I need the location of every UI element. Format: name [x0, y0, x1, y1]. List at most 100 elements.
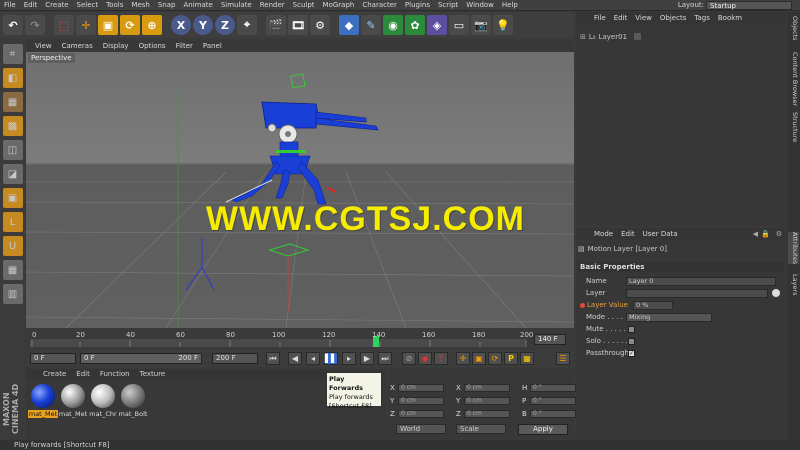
- menu-window[interactable]: Window: [462, 1, 498, 9]
- cube-icon[interactable]: ◆: [339, 15, 359, 35]
- scale-icon[interactable]: ▣: [98, 15, 118, 35]
- viewport-menu-panel[interactable]: Panel: [198, 42, 227, 50]
- viewport-menu-cameras[interactable]: Cameras: [57, 42, 98, 50]
- new-manager-icon[interactable]: ⚙: [776, 230, 782, 238]
- timeline-ruler[interactable]: 0 20 40 60 80 100 120 140 160 180 200 14…: [26, 330, 574, 350]
- om-menu-view[interactable]: View: [631, 14, 656, 22]
- tab-content-browser[interactable]: Content Browser: [788, 52, 799, 106]
- scene-icon[interactable]: ▭: [449, 15, 469, 35]
- object-row[interactable]: ⊞ L₀ Layer01: [580, 32, 642, 41]
- material-menu-edit[interactable]: Edit: [71, 370, 95, 378]
- menu-plugins[interactable]: Plugins: [401, 1, 434, 9]
- menu-select[interactable]: Select: [73, 1, 103, 9]
- apply-button[interactable]: Apply: [518, 424, 568, 435]
- render-view-icon[interactable]: 🎬: [266, 15, 286, 35]
- timeline-window-icon[interactable]: ☰: [556, 352, 570, 365]
- material-item[interactable]: mat_Chr: [89, 384, 117, 418]
- rotation-b-field[interactable]: 0 °: [530, 410, 576, 418]
- coord-mode-select[interactable]: Scale: [456, 424, 506, 434]
- model-mode-icon[interactable]: ◧: [2, 68, 23, 88]
- solo-checkbox[interactable]: [628, 337, 635, 345]
- start-frame-field[interactable]: 0 F: [30, 353, 76, 364]
- rotate-icon[interactable]: ⟳: [120, 15, 140, 35]
- om-menu-tags[interactable]: Tags: [690, 14, 714, 22]
- position-z-field[interactable]: 0 cm: [398, 410, 444, 418]
- layer-picker-icon[interactable]: [772, 289, 780, 297]
- menu-edit[interactable]: Edit: [20, 1, 42, 9]
- pla-key-icon[interactable]: ▦: [520, 352, 534, 365]
- menu-help[interactable]: Help: [498, 1, 522, 9]
- size-x-field[interactable]: 0 cm: [464, 384, 510, 392]
- record-active-icon[interactable]: ⊘: [402, 352, 416, 365]
- name-field[interactable]: Layer 0: [626, 276, 776, 286]
- deformer-icon[interactable]: ◈: [427, 15, 447, 35]
- polygons-mode-icon[interactable]: ▣: [2, 188, 23, 208]
- coordinate-system-icon[interactable]: ⌖: [237, 15, 257, 35]
- menu-tools[interactable]: Tools: [102, 1, 127, 9]
- om-menu-file[interactable]: File: [590, 14, 610, 22]
- edges-mode-icon[interactable]: ◪: [2, 164, 23, 184]
- menu-script[interactable]: Script: [434, 1, 462, 9]
- subdivision-icon[interactable]: ◉: [383, 15, 403, 35]
- recent-tool-icon[interactable]: ⊕: [142, 15, 162, 35]
- am-menu-user-data[interactable]: User Data: [639, 230, 682, 238]
- rotation-key-icon[interactable]: ⟳: [488, 352, 502, 365]
- viewport-menu-display[interactable]: Display: [98, 42, 134, 50]
- redo-icon[interactable]: ↷: [25, 15, 45, 35]
- menu-snap[interactable]: Snap: [154, 1, 180, 9]
- material-item[interactable]: mat_Bolt: [119, 384, 147, 418]
- current-frame-field[interactable]: 140 F: [534, 334, 566, 345]
- axis-mode-icon[interactable]: L: [2, 212, 23, 232]
- next-key-icon[interactable]: ▶: [360, 352, 374, 365]
- coord-space-select[interactable]: World: [396, 424, 446, 434]
- menu-character[interactable]: Character: [358, 1, 401, 9]
- play-forwards-button[interactable]: ▌▌: [324, 352, 338, 365]
- size-y-field[interactable]: 0 cm: [464, 397, 510, 405]
- lock-icon[interactable]: 🔒: [761, 230, 770, 238]
- menu-mesh[interactable]: Mesh: [127, 1, 153, 9]
- render-settings-icon[interactable]: ⚙: [310, 15, 330, 35]
- am-menu-mode[interactable]: Mode: [590, 230, 617, 238]
- make-editable-icon[interactable]: ⌗: [2, 44, 23, 64]
- position-x-field[interactable]: 0 cm: [398, 384, 444, 392]
- viewport-menu-filter[interactable]: Filter: [171, 42, 198, 50]
- points-mode-icon[interactable]: ◫: [2, 140, 23, 160]
- menu-file[interactable]: File: [0, 1, 20, 9]
- menu-create[interactable]: Create: [41, 1, 72, 9]
- material-menu-texture[interactable]: Texture: [135, 370, 171, 378]
- texture-mode-icon[interactable]: ▦: [2, 92, 23, 112]
- cloner-icon[interactable]: ✿: [405, 15, 425, 35]
- workplane-icon[interactable]: ▩: [2, 116, 23, 136]
- previous-key-icon[interactable]: ◀: [288, 352, 302, 365]
- expand-icon[interactable]: ⊞: [580, 33, 586, 41]
- preview-range-slider[interactable]: 0 F 200 F: [80, 353, 202, 364]
- layer-field[interactable]: [626, 288, 768, 298]
- workplane-lock-icon[interactable]: ▥: [2, 284, 23, 304]
- light-icon[interactable]: 💡: [493, 15, 513, 35]
- mute-checkbox[interactable]: [628, 325, 635, 333]
- rotation-h-field[interactable]: 0 °: [530, 384, 576, 392]
- tab-objects[interactable]: Objects: [788, 16, 799, 41]
- passthrough-checkbox[interactable]: ✓: [628, 349, 635, 357]
- position-y-field[interactable]: 0 cm: [398, 397, 444, 405]
- move-icon[interactable]: ✛: [76, 15, 96, 35]
- material-item[interactable]: mat_Met: [27, 384, 59, 418]
- x-axis-icon[interactable]: X: [171, 15, 191, 35]
- go-to-end-icon[interactable]: ⏭: [378, 352, 392, 365]
- layout-select[interactable]: Startup: [706, 1, 792, 10]
- position-key-icon[interactable]: ✛: [456, 352, 470, 365]
- menu-sculpt[interactable]: Sculpt: [289, 1, 319, 9]
- mode-select[interactable]: Mixing: [626, 312, 712, 322]
- menu-simulate[interactable]: Simulate: [217, 1, 256, 9]
- snap-icon[interactable]: U: [2, 236, 23, 256]
- y-axis-icon[interactable]: Y: [193, 15, 213, 35]
- material-menu-function[interactable]: Function: [95, 370, 135, 378]
- tab-attributes[interactable]: Attributes: [788, 232, 799, 265]
- viewport-menu-view[interactable]: View: [30, 42, 57, 50]
- om-menu-edit[interactable]: Edit: [610, 14, 632, 22]
- previous-frame-icon[interactable]: ◂: [306, 352, 320, 365]
- scale-key-icon[interactable]: ▣: [472, 352, 486, 365]
- back-icon[interactable]: ◀: [753, 230, 758, 238]
- basic-properties-header[interactable]: Basic Properties: [578, 262, 784, 272]
- render-picture-viewer-icon[interactable]: 🎞: [288, 15, 308, 35]
